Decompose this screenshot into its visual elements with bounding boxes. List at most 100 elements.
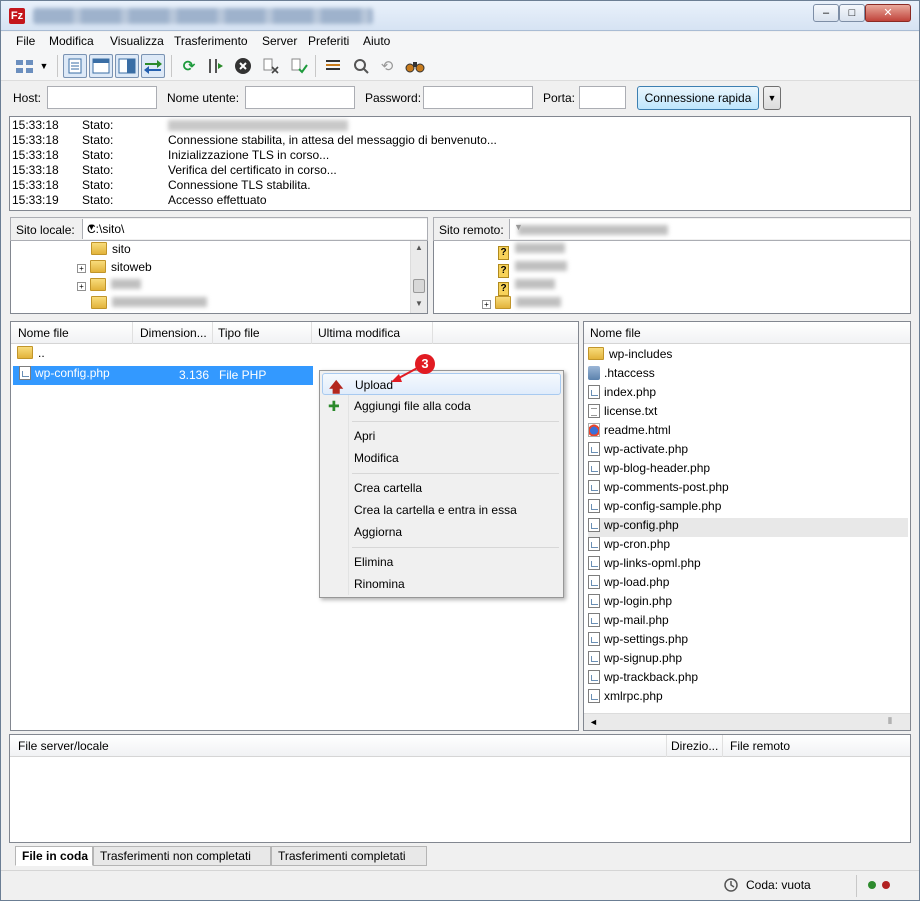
process-queue-icon[interactable]	[203, 54, 227, 78]
column-size[interactable]: Dimension...	[140, 326, 207, 340]
menu-aiuto[interactable]: Aiuto	[363, 34, 390, 48]
port-input[interactable]	[579, 86, 626, 109]
column-modified[interactable]: Ultima modifica	[318, 326, 400, 340]
list-item[interactable]: index.php	[588, 385, 908, 404]
menu-item-create-folder-enter[interactable]: Crea la cartella e entra in essa	[322, 499, 561, 521]
menu-file[interactable]: File	[16, 34, 35, 48]
minimize-button[interactable]: –	[813, 4, 839, 22]
menu-trasferimento[interactable]: Trasferimento	[174, 34, 248, 48]
refresh-icon[interactable]: ⟳	[177, 54, 201, 78]
scroll-up-icon[interactable]: ▲	[415, 243, 423, 252]
remote-dir-tree[interactable]: ? ? ? +	[433, 241, 911, 314]
username-input[interactable]	[245, 86, 355, 109]
sync-browse-icon[interactable]: ⟲	[375, 54, 399, 78]
compare-icon[interactable]	[349, 54, 373, 78]
tree-item[interactable]: ?	[498, 260, 567, 278]
column-type[interactable]: Tipo file	[218, 326, 260, 340]
list-item[interactable]: wp-settings.php	[588, 632, 908, 651]
tab-queued-files[interactable]: File in coda	[15, 846, 93, 866]
menu-item-upload[interactable]: 🡅 Upload	[322, 373, 561, 395]
menu-item-open[interactable]: Apri	[322, 425, 561, 447]
expand-icon[interactable]: +	[77, 264, 86, 273]
tree-item[interactable]: ?	[498, 242, 565, 260]
menu-item-delete[interactable]: Elimina	[322, 551, 561, 573]
menu-item-rename[interactable]: Rinomina	[322, 573, 561, 595]
menu-visualizza[interactable]: Visualizza	[110, 34, 164, 48]
tree-item[interactable]: sito	[91, 242, 131, 260]
menu-item-edit[interactable]: Modifica	[322, 447, 561, 469]
scrollbar-grip-icon[interactable]: ⦀	[888, 716, 892, 727]
list-item[interactable]: readme.html	[588, 423, 908, 442]
list-item[interactable]: wp-config-sample.php	[588, 499, 908, 518]
toggle-local-tree-icon[interactable]	[89, 54, 113, 78]
column-filename[interactable]: Nome file	[18, 326, 69, 340]
tree-item[interactable]	[91, 296, 207, 313]
reconnect-icon[interactable]	[287, 54, 311, 78]
tree-item[interactable]: +	[482, 296, 561, 313]
list-item[interactable]: wp-blog-header.php	[588, 461, 908, 480]
chevron-down-icon[interactable]: ▼	[514, 222, 906, 232]
scrollbar-thumb[interactable]	[413, 279, 425, 293]
menu-preferiti[interactable]: Preferiti	[308, 34, 349, 48]
list-item[interactable]: wp-login.php	[588, 594, 908, 613]
site-manager-icon[interactable]	[13, 54, 37, 78]
tree-item[interactable]: ?	[498, 278, 555, 296]
php-file-icon	[19, 366, 31, 380]
filter-icon[interactable]	[321, 54, 345, 78]
column-server-local-file[interactable]: File server/locale	[18, 739, 109, 753]
list-item[interactable]: license.txt	[588, 404, 908, 423]
list-item-highlighted[interactable]: wp-config.php	[588, 518, 908, 537]
remote-file-list[interactable]: Nome file wp-includes .htaccess index.ph…	[583, 321, 911, 731]
password-input[interactable]	[423, 86, 533, 109]
list-item[interactable]: wp-includes	[588, 347, 908, 366]
tree-item[interactable]: +	[77, 278, 141, 296]
menu-item-add-to-queue[interactable]: ✚ Aggiungi file alla coda	[322, 395, 561, 417]
tree-item[interactable]: + sitoweb	[77, 260, 152, 278]
list-item[interactable]: wp-comments-post.php	[588, 480, 908, 499]
maximize-button[interactable]: □	[839, 4, 865, 22]
column-direction[interactable]: Direzio...	[671, 739, 718, 753]
column-filename[interactable]: Nome file	[590, 326, 641, 340]
close-button[interactable]: ✕	[865, 4, 911, 22]
local-path-combo[interactable]: C:\sito\ ▼	[82, 219, 427, 239]
transfer-queue[interactable]: File server/locale Direzio... File remot…	[9, 734, 911, 843]
list-item[interactable]: wp-activate.php	[588, 442, 908, 461]
remote-list-hscrollbar[interactable]: ◄ ⦀	[584, 713, 910, 730]
scroll-left-icon[interactable]: ◄	[589, 717, 598, 727]
quickconnect-dropdown-icon[interactable]: ▼	[763, 86, 781, 110]
list-item[interactable]: wp-mail.php	[588, 613, 908, 632]
local-dir-tree[interactable]: sito + sitoweb + ▲ ▼	[10, 241, 428, 314]
list-item[interactable]: wp-trackback.php	[588, 670, 908, 689]
scroll-down-icon[interactable]: ▼	[415, 299, 423, 308]
column-remote-file[interactable]: File remoto	[730, 739, 790, 753]
cancel-icon[interactable]	[231, 54, 255, 78]
list-item[interactable]: wp-links-opml.php	[588, 556, 908, 575]
chevron-down-icon[interactable]: ▼	[87, 222, 423, 232]
local-tree-scrollbar[interactable]: ▲ ▼	[410, 241, 427, 313]
dropdown-arrow-icon[interactable]: ▼	[37, 54, 51, 78]
list-item[interactable]: wp-cron.php	[588, 537, 908, 556]
menu-item-create-folder[interactable]: Crea cartella	[322, 477, 561, 499]
disconnect-icon[interactable]	[259, 54, 283, 78]
message-log[interactable]: 15:33:18 Stato: 15:33:18 Stato: Connessi…	[9, 116, 911, 211]
remote-path-combo[interactable]: ▼	[509, 219, 910, 239]
host-input[interactable]	[47, 86, 157, 109]
search-binoculars-icon[interactable]	[403, 54, 427, 78]
list-item[interactable]: .htaccess	[588, 366, 908, 385]
quickconnect-button[interactable]: Connessione rapida	[637, 86, 759, 110]
menu-item-refresh[interactable]: Aggiorna	[322, 521, 561, 543]
tab-successful-transfers[interactable]: Trasferimenti completati	[271, 846, 427, 866]
list-item[interactable]: wp-signup.php	[588, 651, 908, 670]
toggle-remote-tree-icon[interactable]	[115, 54, 139, 78]
file-row-parent[interactable]: ..	[13, 346, 313, 365]
expand-icon[interactable]: +	[77, 282, 86, 291]
list-item[interactable]: xmlrpc.php	[588, 689, 908, 708]
toggle-log-icon[interactable]	[63, 54, 87, 78]
menu-server[interactable]: Server	[262, 34, 297, 48]
list-item[interactable]: wp-load.php	[588, 575, 908, 594]
tab-failed-transfers[interactable]: Trasferimenti non completati	[93, 846, 271, 866]
file-row-selected[interactable]: wp-config.php 3.136 File PHP	[13, 366, 313, 385]
expand-icon[interactable]: +	[482, 300, 491, 309]
menu-modifica[interactable]: Modifica	[49, 34, 94, 48]
toggle-queue-icon[interactable]	[141, 54, 165, 78]
